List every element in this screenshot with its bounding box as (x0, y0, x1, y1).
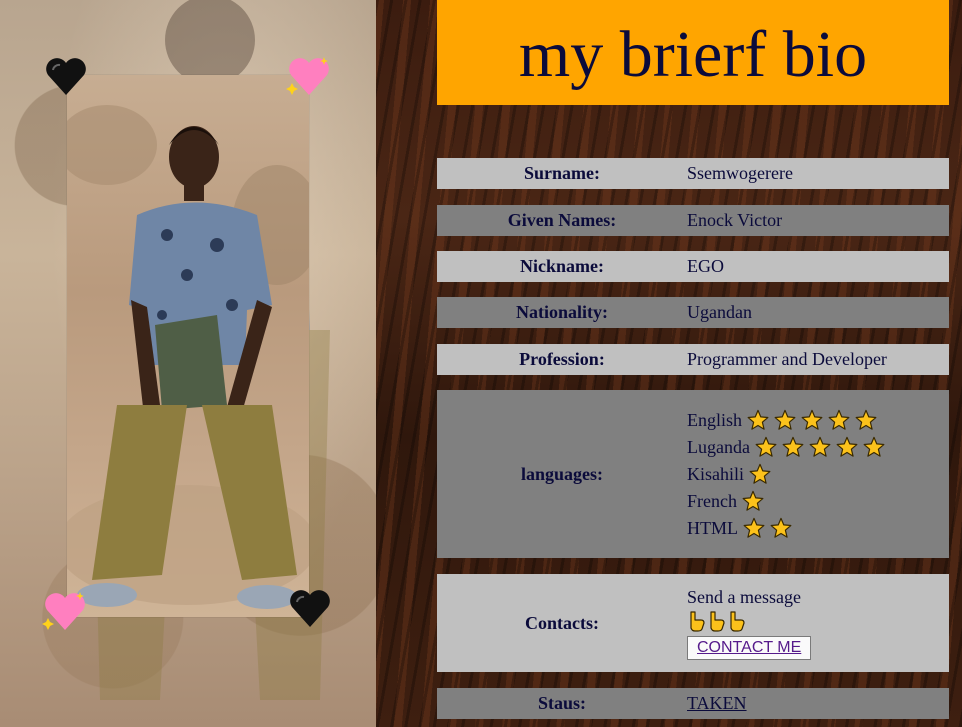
row-label: languages: (520, 463, 603, 484)
star-icon (743, 517, 765, 539)
title-banner: my brierf bio (437, 0, 949, 105)
language-item: Kisahili (687, 461, 949, 488)
language-name: English (687, 409, 743, 430)
row-label: Contacts: (525, 612, 599, 633)
star-icon (755, 436, 777, 458)
black-heart-icon (46, 58, 86, 95)
pointing-down-hand-icon (707, 610, 725, 632)
bio-row-status: Staus: TAKEN (437, 688, 949, 719)
languages-list: English Luganda Kisahili French HTML (687, 407, 949, 542)
row-label: Staus: (537, 693, 586, 713)
sparkling-heart-icon (286, 57, 329, 95)
language-name: Kisahili (687, 463, 744, 484)
star-icon (863, 436, 885, 458)
star-icon (749, 463, 771, 485)
language-name: HTML (687, 517, 738, 538)
row-value: Enock Victor (687, 210, 783, 230)
star-icon (774, 409, 796, 431)
profile-photo-panel (0, 0, 376, 727)
bio-row-nickname: Nickname: EGO (437, 251, 949, 282)
bio-row-nationality: Nationality: Ugandan (437, 297, 949, 328)
page-title: my brierf bio (518, 17, 868, 91)
row-value: Ssemwogerere (687, 163, 793, 183)
black-heart-icon (290, 590, 330, 627)
contacts-text: Send a message (687, 586, 801, 607)
star-icon (782, 436, 804, 458)
language-name: French (687, 490, 737, 511)
star-icon (828, 409, 850, 431)
star-icon (836, 436, 858, 458)
row-label: Profession: (519, 349, 605, 369)
star-icon (770, 517, 792, 539)
row-value: EGO (687, 256, 724, 276)
language-item: French (687, 488, 949, 515)
language-item: Luganda (687, 434, 949, 461)
pointing-down-icons (687, 610, 949, 634)
bio-row-given-names: Given Names: Enock Victor (437, 205, 949, 236)
profile-photo (67, 75, 309, 617)
row-label: Given Names: (507, 210, 617, 230)
row-label: Nickname: (520, 256, 604, 276)
pointing-down-hand-icon (687, 610, 705, 632)
star-icon (809, 436, 831, 458)
row-value: Programmer and Developer (687, 349, 887, 369)
star-icon (855, 409, 877, 431)
star-icon (801, 409, 823, 431)
pointing-down-hand-icon (727, 610, 745, 632)
contacts-cell: Send a message CONTACT ME (687, 587, 949, 660)
row-label: Nationality: (516, 302, 608, 322)
language-name: Luganda (687, 436, 750, 457)
row-value: Ugandan (687, 302, 752, 322)
language-item: HTML (687, 515, 949, 542)
bio-row-contacts: Contacts: Send a message CONTACT ME (437, 574, 949, 672)
star-icon (742, 490, 764, 512)
bio-row-surname: Surname: Ssemwogerere (437, 158, 949, 189)
row-label: Surname: (524, 163, 600, 183)
star-icon (747, 409, 769, 431)
status-link[interactable]: TAKEN (687, 693, 747, 713)
contact-me-button[interactable]: CONTACT ME (687, 635, 812, 660)
language-item: English (687, 407, 949, 434)
bio-row-languages: languages: English Luganda Kisahili French H… (437, 390, 949, 558)
sparkling-heart-icon (42, 592, 85, 630)
bio-row-profession: Profession: Programmer and Developer (437, 344, 949, 375)
